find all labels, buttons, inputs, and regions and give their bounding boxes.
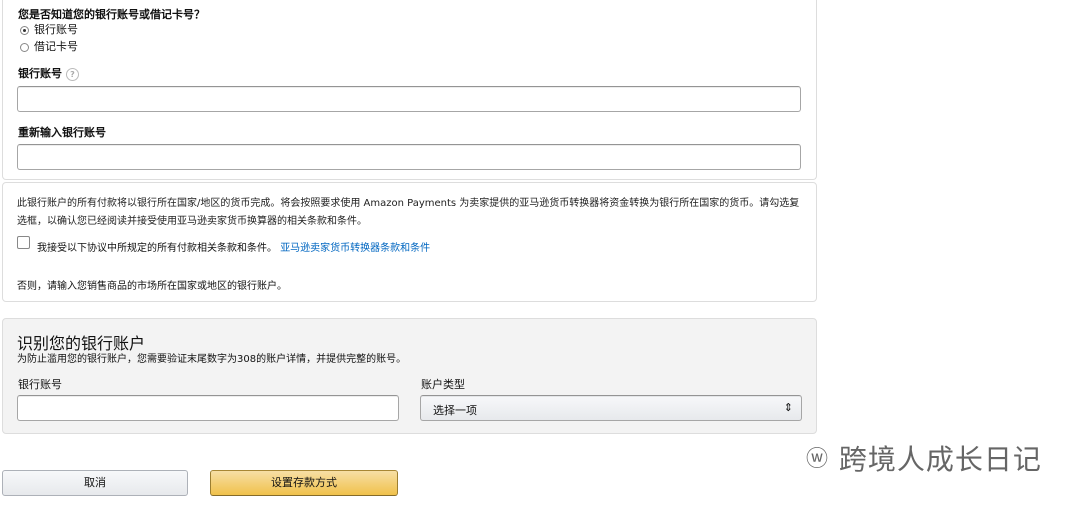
select-arrows-icon: ⇕ — [783, 401, 793, 414]
currency-converter-terms-link[interactable]: 亚马逊卖家货币转换器条款和条件 — [280, 243, 430, 254]
identify-bank-account-label: 银行账号 — [18, 378, 62, 391]
identify-subtitle: 为防止滥用您的银行账户，您需要验证末尾数字为308的账户详情，并提供完整的账号。 — [17, 354, 407, 365]
radio-bank-account-label: 银行账号 — [34, 23, 78, 36]
accept-terms-checkbox[interactable] — [17, 236, 30, 249]
identify-account-panel: 识别您的银行账户 为防止滥用您的银行账户，您需要验证末尾数字为308的账户详情，… — [2, 318, 817, 434]
otherwise-text: 否则，请输入您销售商品的市场所在国家或地区的银行账户。 — [17, 281, 287, 292]
watermark-text: 跨境人成长日记 — [838, 443, 1042, 476]
identify-bank-account-input[interactable] — [17, 395, 399, 421]
wechat-icon: ⓦ — [806, 447, 830, 472]
help-icon[interactable]: ? — [66, 67, 79, 81]
bank-account-panel: 您是否知道您的银行账号或借记卡号？ 银行账号 借记卡号 银行账号? 重新输入银行… — [2, 0, 817, 180]
terms-panel: 此银行账户的所有付款将以银行所在国家/地区的货币完成。将会按照要求使用 Amaz… — [2, 182, 817, 302]
reenter-bank-account-input[interactable] — [17, 144, 801, 170]
account-type-select[interactable]: 选择一项 ⇕ — [420, 395, 802, 421]
radio-debit-card[interactable]: 借记卡号 — [20, 38, 78, 54]
radio-bank-account[interactable]: 银行账号 — [20, 21, 78, 37]
account-type-value: 选择一项 — [433, 404, 477, 417]
bank-account-label: 银行账号 — [18, 67, 62, 80]
account-type-label: 账户类型 — [421, 378, 465, 391]
bank-account-label-row: 银行账号? — [18, 65, 79, 81]
accept-terms-label: 我接受以下协议中所规定的所有付款相关条款和条件。 — [37, 243, 277, 254]
know-question: 您是否知道您的银行账号或借记卡号？ — [18, 8, 205, 21]
radio-unselected-icon[interactable] — [20, 42, 29, 52]
bank-account-input[interactable] — [17, 86, 801, 112]
radio-debit-card-label: 借记卡号 — [34, 40, 78, 53]
reenter-label: 重新输入银行账号 — [18, 126, 106, 139]
watermark: ⓦ 跨境人成长日记 — [806, 438, 1042, 478]
terms-text: 此银行账户的所有付款将以银行所在国家/地区的货币完成。将会按照要求使用 Amaz… — [17, 198, 800, 227]
radio-selected-icon[interactable] — [20, 25, 29, 35]
accept-terms-row: 我接受以下协议中所规定的所有付款相关条款和条件。 亚马逊卖家货币转换器条款和条件 — [37, 239, 430, 254]
cancel-button[interactable]: 取消 — [2, 470, 188, 496]
set-deposit-method-button[interactable]: 设置存款方式 — [210, 470, 398, 496]
